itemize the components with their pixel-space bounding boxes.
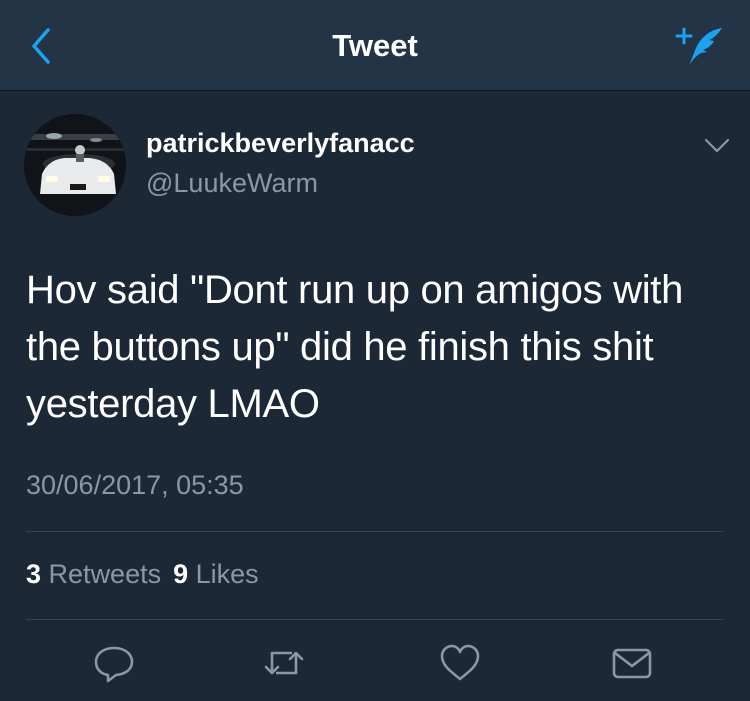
likes-label: Likes bbox=[195, 559, 259, 589]
tweet-stats: 3 Retweets 9 Likes bbox=[26, 559, 259, 590]
likes-count: 9 bbox=[173, 559, 189, 589]
retweet-button[interactable] bbox=[262, 643, 306, 683]
author-display-name[interactable]: patrickbeverlyfanacc bbox=[146, 128, 415, 159]
divider bbox=[26, 531, 724, 532]
avatar-photo bbox=[24, 114, 126, 216]
like-button[interactable] bbox=[438, 643, 482, 683]
retweets-count: 3 bbox=[26, 559, 42, 589]
likes-stat[interactable]: 9 Likes bbox=[173, 559, 259, 590]
like-icon bbox=[440, 644, 480, 681]
page-title: Tweet bbox=[332, 28, 418, 63]
reply-icon bbox=[94, 646, 134, 683]
compose-tweet-button[interactable] bbox=[672, 22, 728, 70]
tweet-text: Hov said "Dont run up on amigos with the… bbox=[26, 268, 684, 426]
tweet-timestamp: 30/06/2017, 05:35 bbox=[26, 470, 244, 500]
direct-message-button[interactable] bbox=[610, 643, 654, 683]
retweet-icon bbox=[264, 651, 304, 675]
avatar[interactable] bbox=[24, 114, 126, 216]
tweet-options-button[interactable] bbox=[700, 132, 734, 158]
retweets-label: Retweets bbox=[48, 559, 162, 589]
retweets-stat[interactable]: 3 Retweets bbox=[26, 559, 161, 590]
author-handle[interactable]: @LuukeWarm bbox=[146, 168, 318, 199]
compose-tweet-icon bbox=[675, 27, 722, 66]
direct-message-icon bbox=[612, 648, 652, 679]
top-navigation-bar: Tweet bbox=[0, 0, 750, 91]
chevron-down-icon bbox=[704, 138, 730, 153]
divider bbox=[26, 619, 724, 620]
reply-button[interactable] bbox=[92, 643, 136, 683]
